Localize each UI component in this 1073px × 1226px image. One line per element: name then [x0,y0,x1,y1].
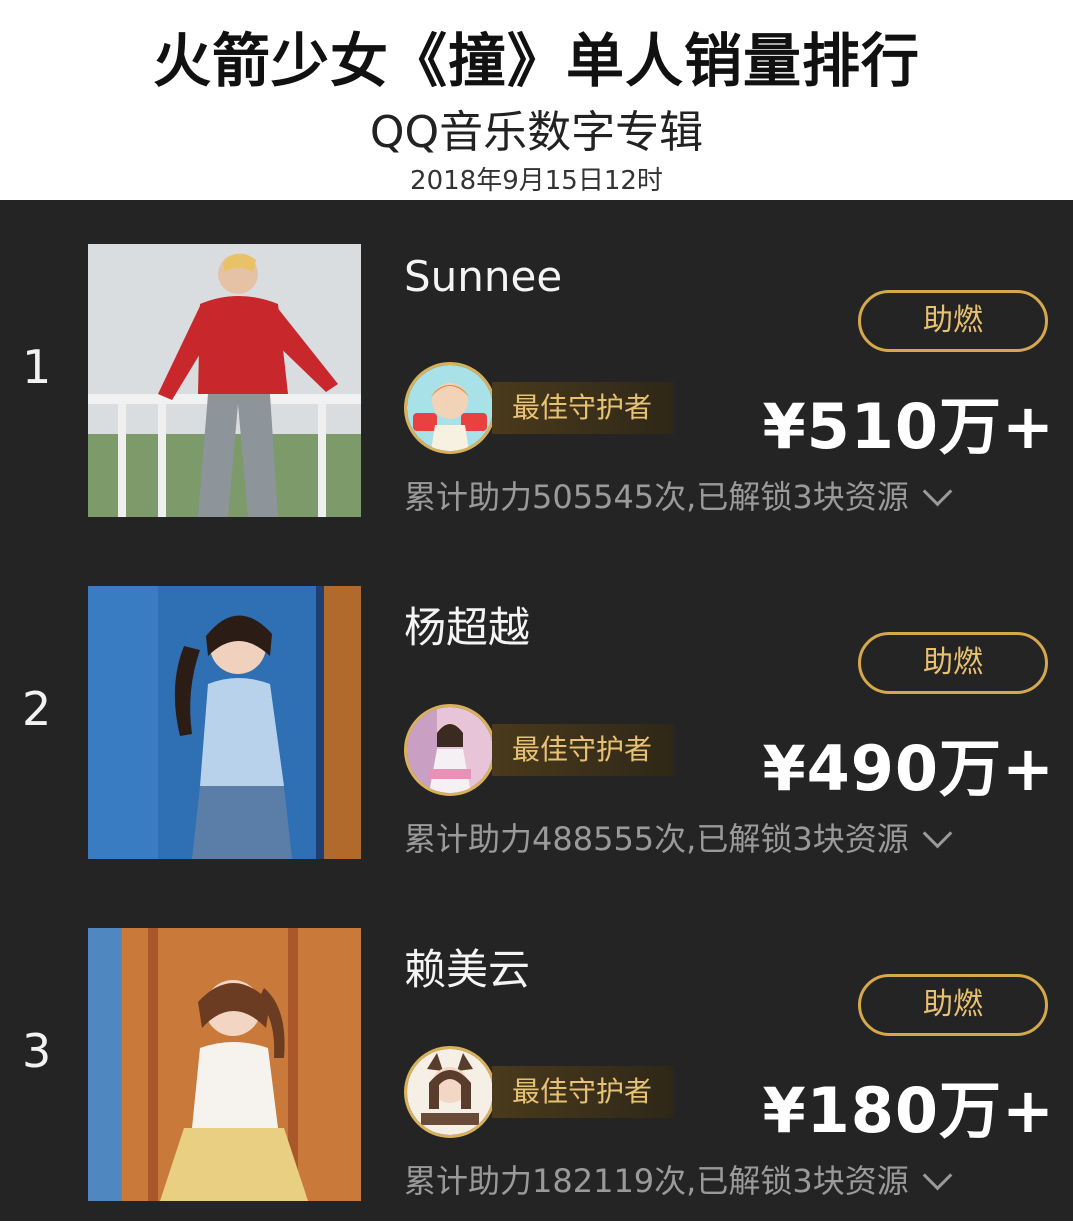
rank-number: 1 [22,340,52,394]
sales-amount: ¥180万+ [762,1074,1055,1147]
member-photo[interactable] [88,586,361,859]
boost-stats[interactable]: 累计助力182119次,已解锁3块资源 [404,1156,953,1202]
ranking-row: 2 杨超越 助燃 最佳守护者 ¥490万+ 累计助力488555次,已解锁3块资… [0,542,1073,884]
boost-stats[interactable]: 累计助力505545次,已解锁3块资源 [404,472,953,518]
timestamp: 2018年9月15日12时 [410,166,663,196]
boost-stats[interactable]: 累计助力488555次,已解锁3块资源 [404,814,953,860]
member-name: 赖美云 [404,945,531,994]
boost-button[interactable]: 助燃 [858,974,1048,1036]
page-title: 火箭少女《撞》单人销量排行 [152,27,920,95]
sales-amount: ¥490万+ [762,732,1055,805]
ranking-row: 3 赖美云 助燃 最佳守护者 ¥180万+ 累计助力182119次,已解锁3块资… [0,884,1073,1226]
member-name: Sunnee [404,252,563,301]
guardian-avatar[interactable] [404,704,496,796]
member-photo[interactable] [88,244,361,517]
chevron-down-icon[interactable] [922,476,953,507]
guardian-badge: 最佳守护者 [492,724,674,776]
ranking-row: 1 Sunnee 助燃 最佳守护者 ¥510万+ 累计助力505545次,已解锁… [0,200,1073,542]
sales-amount: ¥510万+ [762,390,1055,463]
page-header: 火箭少女《撞》单人销量排行 QQ音乐数字专辑 2018年9月15日12时 [0,0,1073,200]
chevron-down-icon[interactable] [922,818,953,849]
boost-stats-text: 累计助力182119次,已解锁3块资源 [404,1162,909,1200]
member-photo[interactable] [88,928,361,1201]
boost-button[interactable]: 助燃 [858,632,1048,694]
ranking-list: 1 Sunnee 助燃 最佳守护者 ¥510万+ 累计助力505545次,已解锁… [0,200,1073,1221]
guardian-avatar[interactable] [404,362,496,454]
boost-button[interactable]: 助燃 [858,290,1048,352]
boost-stats-text: 累计助力505545次,已解锁3块资源 [404,478,909,516]
guardian-badge: 最佳守护者 [492,382,674,434]
member-name: 杨超越 [404,603,531,652]
guardian-badge: 最佳守护者 [492,1066,674,1118]
rank-number: 3 [22,1024,52,1078]
boost-stats-text: 累计助力488555次,已解锁3块资源 [404,820,909,858]
rank-number: 2 [22,682,52,736]
chevron-down-icon[interactable] [922,1160,953,1191]
guardian-avatar[interactable] [404,1046,496,1138]
page-subtitle: QQ音乐数字专辑 [369,107,704,158]
